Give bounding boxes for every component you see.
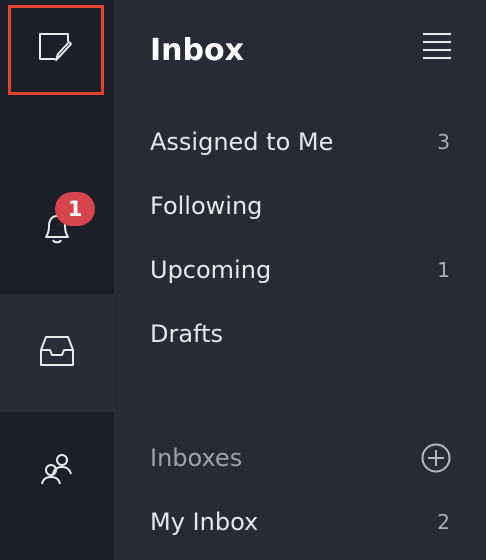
rail-notifications[interactable] (0, 180, 114, 280)
rail-people[interactable] (0, 412, 114, 530)
nav-item-upcoming[interactable]: Upcoming 1 (150, 250, 450, 290)
nav-item-count: 2 (437, 510, 450, 534)
nav-item-label: My Inbox (150, 508, 259, 536)
nav-item-count: 3 (437, 130, 450, 154)
left-rail: 1 (0, 0, 114, 560)
rail-inbox[interactable] (0, 294, 114, 412)
hamburger-icon[interactable] (422, 31, 452, 61)
section-title: Inboxes (150, 444, 243, 472)
page-title: Inbox (150, 33, 244, 68)
inbox-panel: Inbox Assigned to Me 3 Following Upcomin… (114, 0, 486, 560)
nav-item-following[interactable]: Following (150, 186, 450, 226)
people-icon[interactable] (39, 452, 75, 490)
nav-item-label: Assigned to Me (150, 128, 334, 156)
compose-highlight-box (8, 5, 104, 95)
nav-item-my-inbox[interactable]: My Inbox 2 (150, 502, 450, 542)
nav-item-assigned[interactable]: Assigned to Me 3 (150, 122, 450, 162)
nav-item-label: Drafts (150, 320, 223, 348)
inboxes-section-header: Inboxes (150, 438, 452, 478)
nav-item-label: Following (150, 192, 263, 220)
nav-item-count: 1 (437, 258, 450, 282)
nav-item-drafts[interactable]: Drafts (150, 314, 450, 354)
nav-item-label: Upcoming (150, 256, 272, 284)
plus-circle-icon[interactable] (420, 442, 452, 474)
inbox-tray-icon[interactable] (38, 334, 76, 372)
notification-badge: 1 (55, 192, 95, 226)
